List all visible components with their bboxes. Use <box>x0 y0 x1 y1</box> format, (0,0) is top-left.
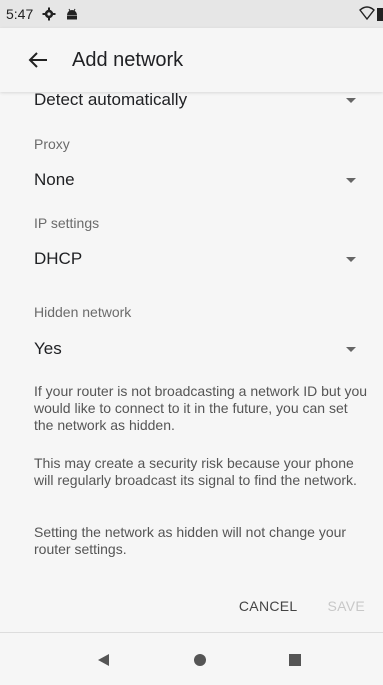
dropdown-arrow-icon <box>346 177 356 183</box>
app-bar: Add network <box>0 28 383 92</box>
page-title: Add network <box>72 48 184 71</box>
android-icon <box>65 7 79 21</box>
help-paragraph: This may create a security risk because … <box>34 455 357 488</box>
dropdown-arrow-icon <box>346 256 356 262</box>
ip-settings-dropdown[interactable]: DHCP <box>34 241 364 277</box>
dropdown-arrow-icon <box>346 346 356 352</box>
proxy-dropdown[interactable]: None <box>34 162 364 198</box>
ip-settings-value: DHCP <box>34 249 83 268</box>
battery-icon <box>377 7 383 24</box>
hidden-network-value: Yes <box>34 339 62 358</box>
arrow-back-icon[interactable] <box>12 32 64 88</box>
status-time: 5:47 <box>6 6 34 22</box>
save-button[interactable]: SAVE <box>327 592 365 620</box>
recents-square-icon[interactable] <box>288 653 302 667</box>
navigation-bar <box>0 633 383 685</box>
dropdown-arrow-icon <box>346 97 356 103</box>
back-triangle-icon[interactable] <box>96 653 110 667</box>
home-circle-icon[interactable] <box>193 653 207 667</box>
dialog-actions: CANCEL SAVE <box>239 592 365 620</box>
help-paragraph: Setting the network as hidden will not c… <box>34 524 347 557</box>
hidden-network-dropdown[interactable]: Yes <box>34 331 364 367</box>
wifi-icon <box>359 6 375 25</box>
proxy-label: Proxy <box>34 136 70 152</box>
security-value: Detect automatically <box>34 90 188 109</box>
proxy-value: None <box>34 170 75 189</box>
cancel-button[interactable]: CANCEL <box>239 592 298 620</box>
gear-icon <box>42 7 56 21</box>
hidden-network-label: Hidden network <box>34 304 132 320</box>
status-bar: 5:47 <box>0 0 383 28</box>
status-right-icons <box>359 6 383 25</box>
ip-settings-label: IP settings <box>34 215 100 231</box>
help-paragraph: If your router is not broadcasting a net… <box>34 383 368 433</box>
